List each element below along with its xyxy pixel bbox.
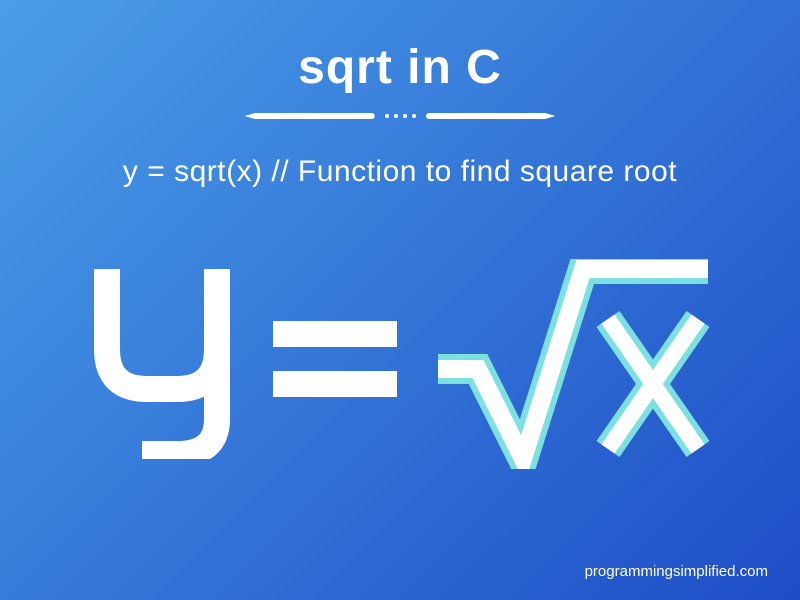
formula-sqrt [433, 259, 713, 459]
title-divider [0, 113, 800, 119]
code-example-text: y = sqrt(x) // Function to find square r… [0, 155, 800, 189]
divider-dots [381, 114, 420, 118]
page-title: sqrt in C [0, 0, 800, 95]
divider-line-right [426, 113, 556, 119]
formula-equals [265, 259, 405, 459]
formula-lhs-y [87, 259, 237, 459]
divider-line-left [245, 113, 375, 119]
attribution-text: programmingsimplified.com [585, 563, 768, 580]
formula-display [0, 259, 800, 459]
